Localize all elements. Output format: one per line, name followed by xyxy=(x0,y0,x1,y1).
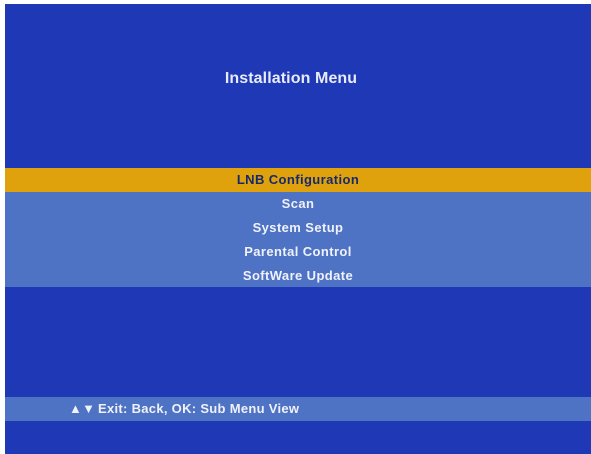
installation-menu: LNB Configuration Scan System Setup Pare… xyxy=(5,168,591,287)
menu-item-scan[interactable]: Scan xyxy=(5,192,591,216)
up-down-arrows-icon: ▲▼ xyxy=(69,401,96,416)
help-bar: ▲▼ Exit: Back, OK: Sub Menu View xyxy=(5,397,591,421)
menu-item-software-update[interactable]: SoftWare Update xyxy=(5,264,591,287)
menu-item-parental-control[interactable]: Parental Control xyxy=(5,240,591,264)
page-title: Installation Menu xyxy=(224,70,358,87)
installation-menu-screen: Installation Menu LNB Configuration Scan… xyxy=(5,4,591,454)
menu-item-system-setup[interactable]: System Setup xyxy=(5,216,591,240)
menu-item-lnb-configuration[interactable]: LNB Configuration xyxy=(5,168,591,192)
help-text: Exit: Back, OK: Sub Menu View xyxy=(98,401,300,416)
